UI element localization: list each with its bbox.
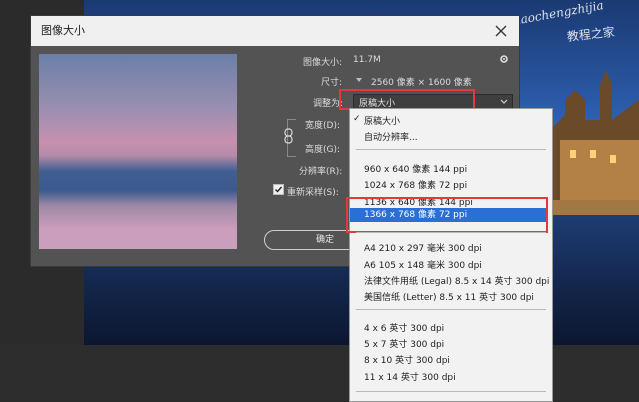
chevron-down-icon: [500, 99, 508, 104]
menu-item[interactable]: 960 x 640 像素 144 ppi: [364, 162, 467, 175]
menu-separator: [356, 391, 546, 392]
menu-item-auto-resolution[interactable]: 自动分辨率...: [364, 130, 418, 143]
menu-item[interactable]: A4 210 x 297 毫米 300 dpi: [364, 241, 482, 254]
menu-item[interactable]: 4 x 6 英寸 300 dpi: [364, 321, 444, 334]
resample-checkbox[interactable]: [273, 184, 284, 195]
dimensions-label: 尺寸:: [321, 78, 343, 88]
chain-link-icon[interactable]: [284, 123, 294, 149]
fit-to-menu: ✓ 原稿大小 自动分辨率... 960 x 640 像素 144 ppi 102…: [346, 108, 553, 402]
close-icon[interactable]: [493, 23, 509, 39]
annotation-highlight-dropdown: [339, 89, 475, 110]
image-size-value: 11.7M: [353, 55, 381, 65]
dimensions-value: 2560 像素 × 1600 像素: [371, 78, 472, 88]
dialog-titlebar: 图像大小: [31, 16, 519, 46]
menu-separator: [356, 309, 546, 310]
checkmark-icon: ✓: [353, 114, 361, 124]
menu-separator: [356, 232, 546, 233]
menu-item[interactable]: A6 105 x 148 毫米 300 dpi: [364, 258, 482, 271]
menu-item[interactable]: 美国信纸 (Letter) 8.5 x 11 英寸 300 dpi: [364, 290, 534, 303]
menu-item-original[interactable]: 原稿大小: [364, 114, 400, 127]
annotation-highlight-selection: [346, 197, 548, 233]
menu-separator: [356, 149, 546, 150]
resolution-label: 分辨率(R):: [299, 167, 343, 177]
width-label: 宽度(D):: [305, 121, 340, 131]
height-label: 高度(G):: [305, 145, 341, 155]
menu-item[interactable]: 11 x 14 英寸 300 dpi: [364, 370, 456, 383]
menu-item[interactable]: 1024 x 768 像素 72 ppi: [364, 178, 467, 191]
menu-item[interactable]: 法律文件用纸 (Legal) 8.5 x 14 英寸 300 dpi: [364, 274, 549, 287]
dialog-title: 图像大小: [41, 24, 85, 37]
image-size-label: 图像大小:: [303, 58, 343, 68]
castle-silhouette: [540, 70, 639, 215]
menu-item[interactable]: 5 x 7 英寸 300 dpi: [364, 337, 444, 350]
gear-icon[interactable]: [499, 54, 509, 64]
menu-item[interactable]: 8 x 10 英寸 300 dpi: [364, 353, 450, 366]
chevron-down-icon[interactable]: [354, 75, 364, 85]
resample-label: 重新采样(S):: [287, 188, 339, 198]
image-preview: [39, 54, 237, 249]
checkmark-icon: [275, 186, 283, 193]
